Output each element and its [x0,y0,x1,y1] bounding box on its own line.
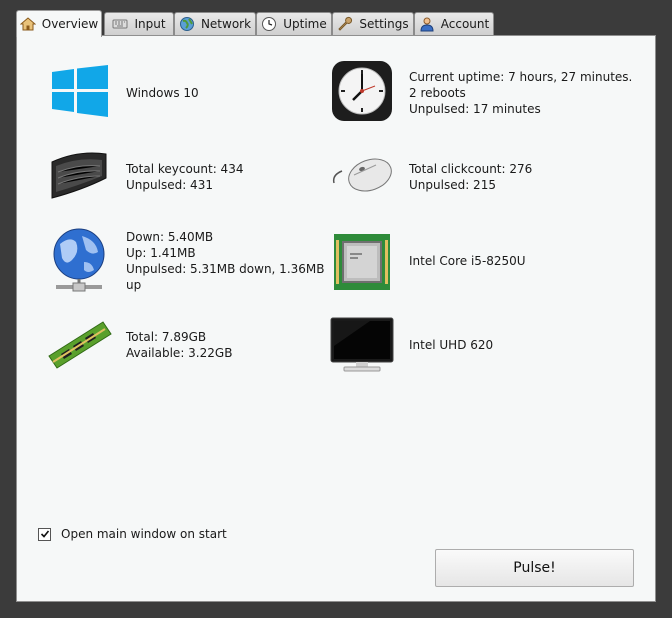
keyboard-info: Total keycount: 434 Unpulsed: 431 [126,161,243,193]
memory-available: Available: 3.22GB [126,346,233,360]
tab-label: Network [200,17,252,31]
open-on-start-label: Open main window on start [61,527,227,541]
cpu-info: Intel Core i5-8250U [409,253,526,269]
tab-input[interactable]: Input [104,12,174,35]
memory-total: Total: 7.89GB [126,330,207,344]
keycount-total: Total keycount: 434 [126,162,244,176]
tab-label: Settings [359,17,409,31]
tab-uptime[interactable]: Uptime [256,12,332,35]
checkmark-icon [40,530,49,538]
os-name: Windows 10 [126,86,199,100]
tab-label: Input [134,17,166,31]
network-up: Up: 1.41MB [126,246,196,260]
tab-network[interactable]: Network [174,12,256,35]
clock-icon [262,17,277,31]
clickcount-unpulsed: Unpulsed: 215 [409,178,496,192]
monitor-icon [330,317,394,372]
open-on-start-option[interactable]: Open main window on start [38,527,227,541]
uptime-current: Current uptime: 7 hours, 27 minutes. [409,70,633,84]
mouse-icon [332,158,392,192]
user-icon [420,17,434,32]
tab-account[interactable]: Account [414,12,494,35]
gpu-name: Intel UHD 620 [409,338,494,352]
memory-info: Total: 7.89GB Available: 3.22GB [126,329,232,361]
tab-label: Uptime [283,17,327,31]
network-globe-icon [53,228,105,292]
ram-icon [48,321,112,369]
uptime-reboots: 2 reboots [409,86,466,100]
wrench-icon [338,16,353,31]
cpu-name: Intel Core i5-8250U [409,254,526,268]
overview-panel: Windows 10 Current uptime: 7 hours, 27 m… [16,35,656,602]
open-on-start-checkbox[interactable] [38,527,51,541]
keycount-unpulsed: Unpulsed: 431 [126,178,213,192]
cpu-icon [334,234,390,290]
globe-icon [179,17,194,31]
network-unpulsed-cont: up [126,278,142,292]
tab-overview[interactable]: Overview [16,10,102,37]
keyboard-icon [51,152,107,199]
network-unpulsed: Unpulsed: 5.31MB down, 1.36MB [126,262,325,276]
uptime-unpulsed: Unpulsed: 17 minutes [409,102,541,116]
uptime-info: Current uptime: 7 hours, 27 minutes. 2 r… [409,69,632,117]
tab-settings[interactable]: Settings [332,12,414,35]
os-info: Windows 10 [126,85,199,101]
tab-label: Account [440,17,490,31]
windows-logo-icon [52,65,108,117]
keyboard-icon [112,19,128,29]
gpu-info: Intel UHD 620 [409,337,493,353]
network-down: Down: 5.40MB [126,230,214,244]
clock-icon [332,61,392,121]
tab-label: Overview [41,17,99,31]
mouse-info: Total clickcount: 276 Unpulsed: 215 [409,161,532,193]
pulse-button[interactable]: Pulse! [435,549,634,587]
home-icon [19,17,36,31]
network-info: Down: 5.40MB Up: 1.41MB Unpulsed: 5.31MB… [126,229,325,293]
clickcount-total: Total clickcount: 276 [409,162,533,176]
